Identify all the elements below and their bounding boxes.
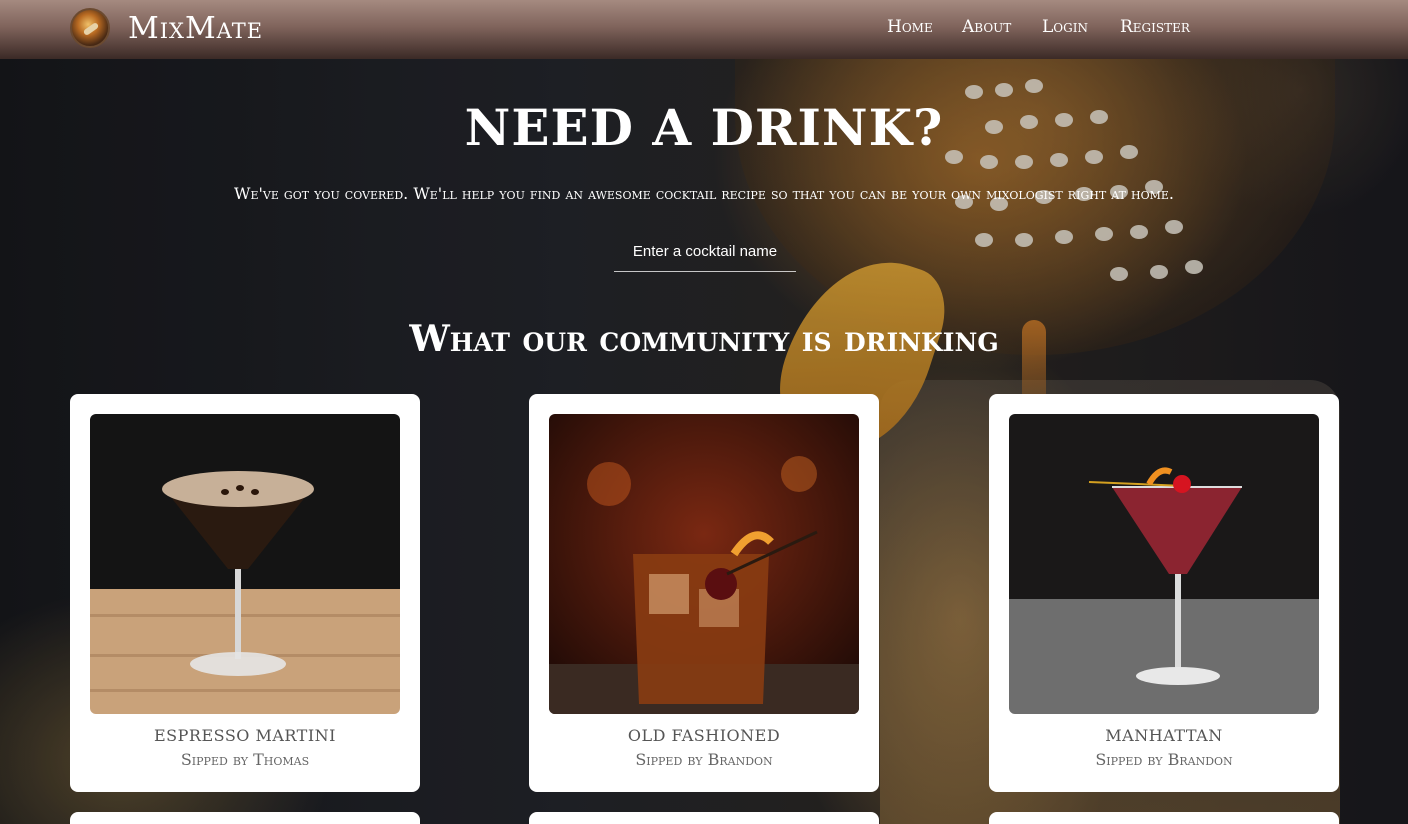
logo-icon xyxy=(70,8,110,48)
nav-link-home[interactable]: Home xyxy=(887,17,933,37)
card-title: MANHATTAN xyxy=(1105,726,1223,745)
espresso-martini-image xyxy=(90,414,400,714)
cocktail-card-partial[interactable] xyxy=(989,812,1339,824)
card-sipped-by: Sipped by Thomas xyxy=(180,750,310,769)
nav-link-about[interactable]: About xyxy=(962,17,1011,37)
cocktail-card-manhattan[interactable]: MANHATTAN Sipped by Brandon xyxy=(989,394,1339,792)
nav-link-register[interactable]: Register xyxy=(1120,17,1190,37)
card-sipped-by: Sipped by Brandon xyxy=(635,750,773,769)
brand-name: MixMate xyxy=(128,10,264,46)
old-fashioned-image xyxy=(549,414,859,714)
community-section-title: What our community is drinking xyxy=(409,318,999,360)
cocktail-card-espresso-martini[interactable]: ESPRESSO MARTINI Sipped by Thomas xyxy=(70,394,420,792)
cocktail-card-partial[interactable] xyxy=(70,812,420,824)
card-sipped-by: Sipped by Brandon xyxy=(1095,750,1233,769)
navbar: MixMate Home About Login Register xyxy=(0,0,1408,59)
hero-title: NEED A DRINK? xyxy=(464,98,944,157)
brand[interactable]: MixMate xyxy=(70,8,263,48)
card-title: ESPRESSO MARTINI xyxy=(154,726,336,745)
hero-subtitle: We've got you covered. We'll help you fi… xyxy=(234,184,1174,203)
card-title: OLD FASHIONED xyxy=(627,726,781,745)
nav-link-login[interactable]: Login xyxy=(1042,17,1088,37)
manhattan-image xyxy=(1009,414,1319,714)
cocktail-card-old-fashioned[interactable]: OLD FASHIONED Sipped by Brandon xyxy=(529,394,879,792)
cocktail-search-input[interactable] xyxy=(614,232,796,272)
cocktail-card-partial[interactable] xyxy=(529,812,879,824)
